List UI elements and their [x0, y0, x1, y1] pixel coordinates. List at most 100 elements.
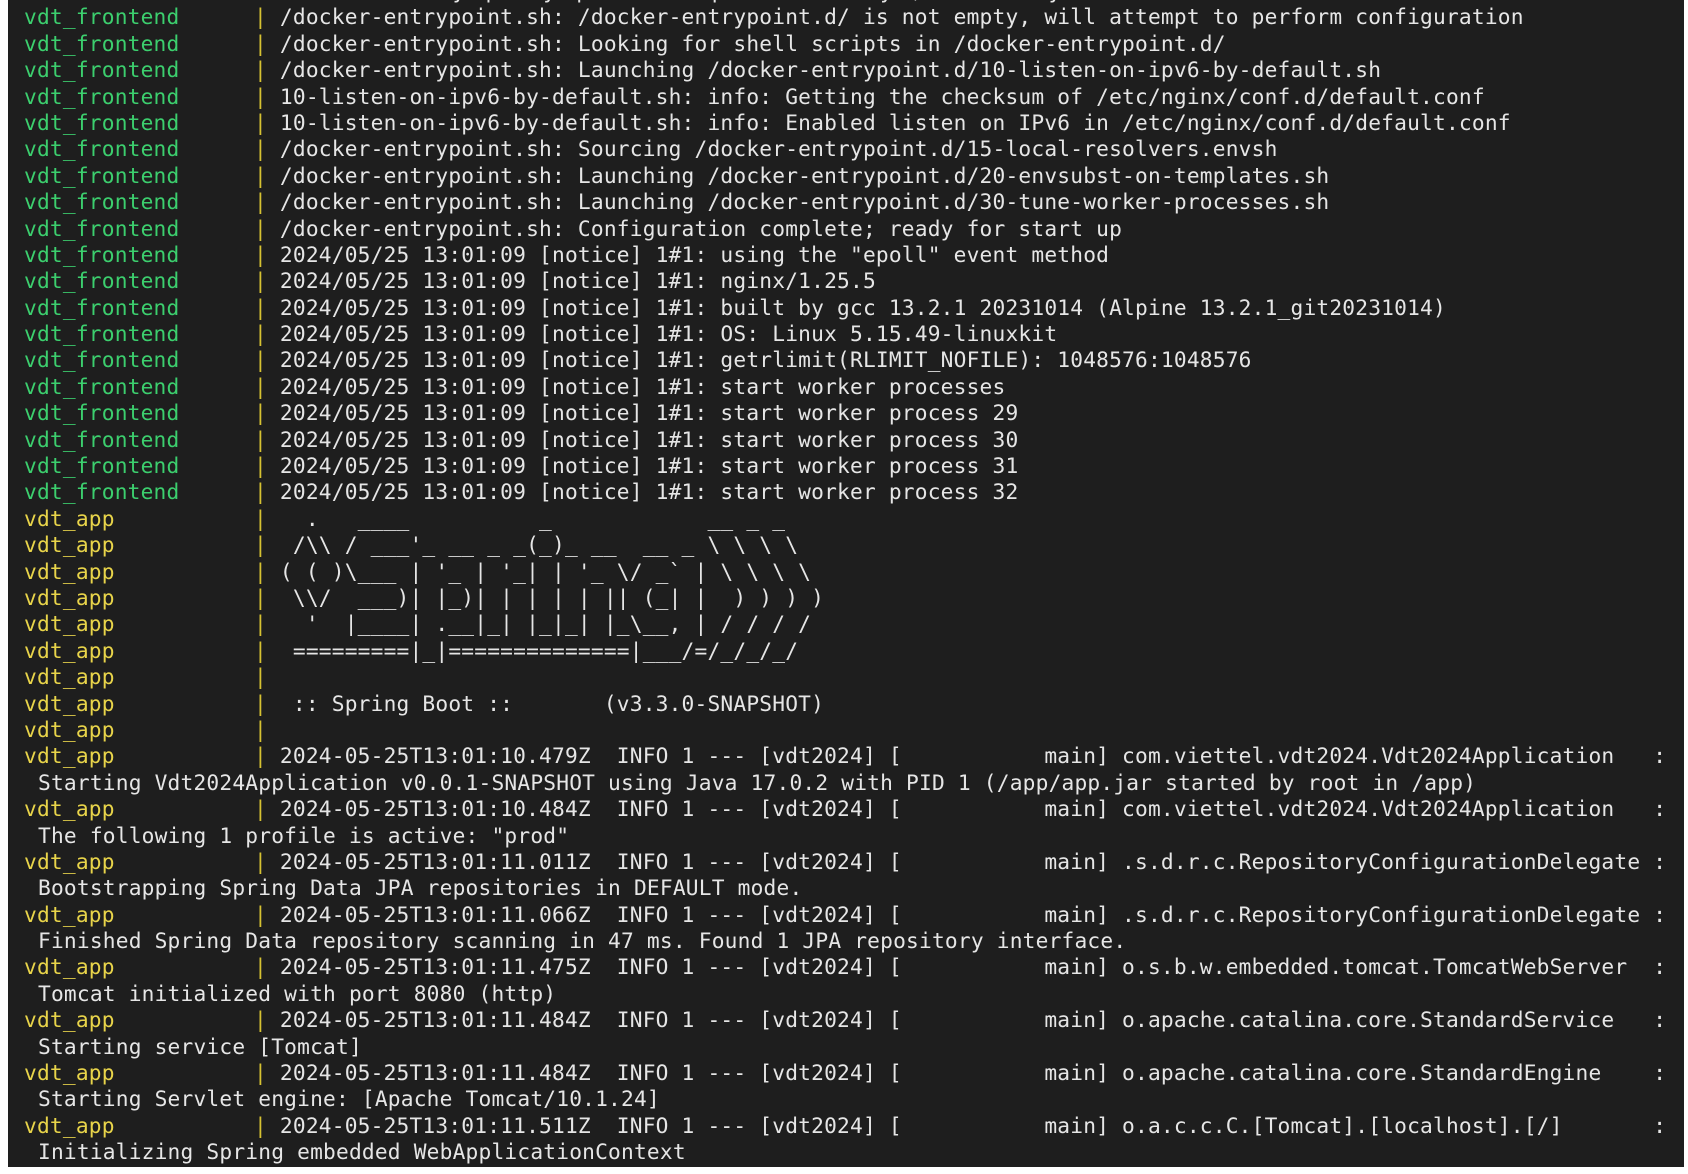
column-separator: | — [254, 558, 280, 584]
log-message: 2024-05-25T13:01:11.066Z INFO 1 --- [vdt… — [279, 901, 1667, 927]
log-message: \\/ ___)| |_)| | | | | || (_| | ) ) ) ) — [279, 584, 825, 610]
terminal-edge — [1676, 0, 1684, 1167]
log-line: vdt_app | 2024-05-25T13:01:11.484Z INFO 1… — [8, 1060, 1684, 1086]
service-name: vdt_app — [24, 584, 115, 610]
log-line: vdt_app | \\/ ___)| |_)| | | | | || (_| |… — [8, 585, 1684, 611]
log-line: vdt_frontend | 2024/05/25 13:01:09 [notic… — [8, 268, 1684, 294]
column-separator: | — [254, 637, 280, 663]
service-name: vdt_app — [24, 1112, 115, 1138]
column-separator: | — [254, 136, 280, 162]
log-line: vdt_frontend | /docker-entrypoint.sh: Lau… — [8, 163, 1684, 189]
service-name: vdt_frontend — [24, 241, 180, 267]
column-separator: | — [254, 189, 280, 215]
log-line: Starting Vdt2024Application v0.0.1-SNAPS… — [8, 770, 1684, 796]
column-separator: | — [254, 57, 280, 83]
column-separator: | — [254, 373, 280, 399]
log-message: 2024/05/25 13:01:09 [notice] 1#1: start … — [279, 479, 1019, 505]
log-message: /docker-entrypoint.sh: Looking for shell… — [279, 30, 1226, 56]
log-line: vdt_frontend | /docker-entrypoint.sh: Con… — [8, 216, 1684, 242]
log-line: vdt_frontend | /docker-entrypoint.sh: /do… — [8, 4, 1684, 30]
service-name: vdt_app — [24, 637, 115, 663]
service-name: vdt_app — [24, 558, 115, 584]
log-message: /docker-entrypoint.sh: Launching /docker… — [279, 57, 1382, 83]
log-line: vdt_frontend | 2024/05/25 13:01:09 [notic… — [8, 374, 1684, 400]
column-separator: | — [254, 1112, 280, 1138]
log-line: vdt_app | :: Spring Boot :: (v3.3.0-SNAPS… — [8, 691, 1684, 717]
log-continuation-text: n: 8.0.37 socket: '/var/run/mysqld/mysql… — [8, 0, 1243, 3]
log-message: /docker-entrypoint.sh: Launching /docker… — [279, 162, 1330, 188]
service-name: vdt_app — [24, 716, 115, 742]
service-name: vdt_app — [24, 1060, 115, 1086]
log-message: 10-listen-on-ipv6-by-default.sh: info: G… — [279, 83, 1485, 109]
log-message: 2024-05-25T13:01:10.479Z INFO 1 --- [vdt… — [279, 743, 1667, 769]
column-separator: | — [254, 1007, 280, 1033]
log-line: vdt_frontend | /docker-entrypoint.sh: Lau… — [8, 189, 1684, 215]
log-line: vdt_frontend | 10-listen-on-ipv6-by-defau… — [8, 84, 1684, 110]
log-message: 2024-05-25T13:01:10.484Z INFO 1 --- [vdt… — [279, 796, 1667, 822]
column-separator: | — [254, 901, 280, 927]
column-separator: | — [254, 505, 280, 531]
log-line: vdt_app | — [8, 664, 1684, 690]
log-message: 2024-05-25T13:01:11.011Z INFO 1 --- [vdt… — [279, 848, 1667, 874]
log-line: vdt_app | — [8, 717, 1684, 743]
log-message: 2024-05-25T13:01:11.511Z INFO 1 --- [vdt… — [279, 1112, 1667, 1138]
service-name: vdt_frontend — [24, 189, 180, 215]
service-name: vdt_frontend — [24, 321, 180, 347]
log-line: Starting service [Tomcat] — [8, 1034, 1684, 1060]
service-name: vdt_app — [24, 690, 115, 716]
log-message: 2024-05-25T13:01:11.484Z INFO 1 --- [vdt… — [279, 1060, 1667, 1086]
log-message: /docker-entrypoint.sh: Configuration com… — [279, 215, 1123, 241]
log-message: 2024-05-25T13:01:11.475Z INFO 1 --- [vdt… — [279, 954, 1667, 980]
log-line: vdt_frontend | /docker-entrypoint.sh: Sou… — [8, 136, 1684, 162]
column-separator: | — [254, 294, 280, 320]
service-name: vdt_frontend — [24, 268, 180, 294]
log-message: 2024/05/25 13:01:09 [notice] 1#1: using … — [279, 241, 1110, 267]
log-line: Initializing Spring embedded WebApplicat… — [8, 1139, 1684, 1165]
log-message: /docker-entrypoint.sh: Launching /docker… — [279, 189, 1330, 215]
log-line: vdt_frontend | 2024/05/25 13:01:09 [notic… — [8, 321, 1684, 347]
log-message: . ____ _ __ _ _ — [279, 505, 786, 531]
log-continuation-text: Starting service [Tomcat] — [38, 1033, 362, 1059]
terminal-window[interactable]: n: 8.0.37 socket: '/var/run/mysqld/mysql… — [8, 0, 1684, 1167]
column-separator: | — [254, 109, 280, 135]
service-name: vdt_frontend — [24, 30, 180, 56]
service-name: vdt_app — [24, 901, 115, 927]
log-message: ' |____| .__|_| |_|_| |_\__, | / / / / — [279, 611, 812, 637]
log-line: vdt_app | 2024-05-25T13:01:11.484Z INFO 1… — [8, 1007, 1684, 1033]
column-separator: | — [254, 162, 280, 188]
service-name: vdt_app — [24, 505, 115, 531]
log-line: vdt_frontend | 2024/05/25 13:01:09 [notic… — [8, 427, 1684, 453]
log-line: vdt_app | 2024-05-25T13:01:11.066Z INFO 1… — [8, 902, 1684, 928]
log-message: 2024/05/25 13:01:09 [notice] 1#1: OS: Li… — [279, 321, 1058, 347]
column-separator: | — [254, 268, 280, 294]
log-message: 2024/05/25 13:01:09 [notice] 1#1: start … — [279, 400, 1019, 426]
log-line: Starting Servlet engine: [Apache Tomcat/… — [8, 1086, 1684, 1112]
log-line: vdt_app | 2024-05-25T13:01:10.484Z INFO 1… — [8, 796, 1684, 822]
log-message: 2024-05-25T13:01:11.484Z INFO 1 --- [vdt… — [279, 1007, 1667, 1033]
log-line: Finished Spring Data repository scanning… — [8, 928, 1684, 954]
log-line: vdt_frontend | 2024/05/25 13:01:09 [notic… — [8, 295, 1684, 321]
service-name: vdt_app — [24, 1007, 115, 1033]
service-name: vdt_app — [24, 743, 115, 769]
log-line: vdt_app | 2024-05-25T13:01:11.475Z INFO 1… — [8, 954, 1684, 980]
log-line: Tomcat initialized with port 8080 (http) — [8, 981, 1684, 1007]
column-separator: | — [254, 83, 280, 109]
log-line: vdt_frontend | 2024/05/25 13:01:09 [notic… — [8, 453, 1684, 479]
log-continuation-text: Finished Spring Data repository scanning… — [38, 928, 1127, 954]
log-message: 2024/05/25 13:01:09 [notice] 1#1: start … — [279, 373, 1006, 399]
log-message: 10-listen-on-ipv6-by-default.sh: info: E… — [279, 109, 1511, 135]
column-separator: | — [254, 611, 280, 637]
log-line: vdt_app | ( ( )\___ | '_ | '_| | '_ \/ _`… — [8, 559, 1684, 585]
log-message: 2024/05/25 13:01:09 [notice] 1#1: start … — [279, 426, 1019, 452]
column-separator: | — [254, 453, 280, 479]
service-name: vdt_frontend — [24, 83, 180, 109]
column-separator: | — [254, 796, 280, 822]
log-line: Bootstrapping Spring Data JPA repositori… — [8, 875, 1684, 901]
service-name: vdt_app — [24, 664, 115, 690]
service-name: vdt_app — [24, 954, 115, 980]
column-separator: | — [254, 848, 280, 874]
log-continuation-text: Bootstrapping Spring Data JPA repositori… — [38, 875, 803, 901]
service-name: vdt_app — [24, 611, 115, 637]
service-name: vdt_frontend — [24, 400, 180, 426]
column-separator: | — [254, 215, 280, 241]
